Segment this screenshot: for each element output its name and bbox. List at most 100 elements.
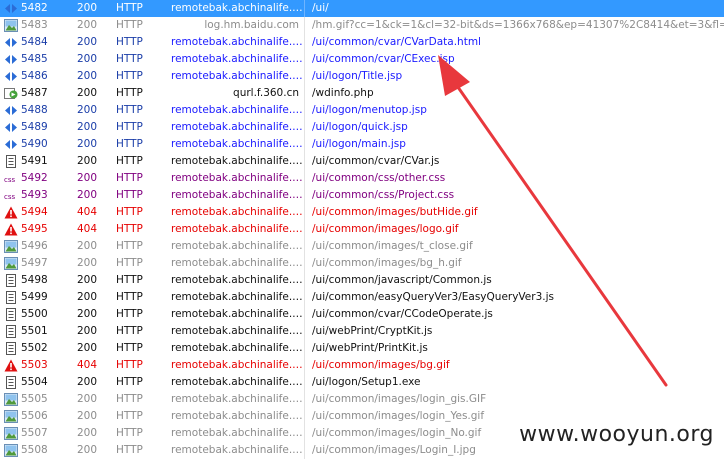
arrows-icon <box>4 36 18 49</box>
column-divider <box>304 374 305 391</box>
session-number: 5490 <box>21 138 48 150</box>
arrows-icon <box>4 121 18 134</box>
session-result: 200 <box>77 308 98 320</box>
session-host: remotebak.abchinalife.c... <box>171 410 304 422</box>
session-protocol: HTTP <box>116 359 143 371</box>
session-number: 5496 <box>21 240 48 252</box>
session-icon <box>3 136 19 153</box>
session-host: remotebak.abchinalife.c... <box>171 393 304 405</box>
session-number: 5482 <box>21 2 48 14</box>
session-host: remotebak.abchinalife.c... <box>171 342 304 354</box>
column-divider <box>304 408 305 425</box>
session-icon: css <box>3 170 19 187</box>
column-divider <box>304 425 305 442</box>
session-row[interactable]: 5483 200 HTTP log.hm.baidu.com/hm.gif?cc=1&… <box>0 17 724 34</box>
column-divider <box>304 323 305 340</box>
session-row[interactable]: 5494 404 HTTP remotebak.abchinalife.c... /ui… <box>0 204 724 221</box>
session-row[interactable]: 5499 200 HTTP remotebak.abchinalife.c... /ui… <box>0 289 724 306</box>
session-row[interactable]: 5489 200 HTTP remotebak.abchinalife.c... /ui… <box>0 119 724 136</box>
column-divider <box>304 391 305 408</box>
image-icon <box>4 410 18 423</box>
session-icon <box>3 238 19 255</box>
session-protocol: HTTP <box>116 53 143 65</box>
session-url: /hm.gif?cc=1&ck=1&cl=32-bit&ds=1366x768&… <box>312 19 724 31</box>
session-url: /ui/common/images/login_gis.GIF <box>312 393 487 405</box>
image-icon <box>4 427 18 440</box>
session-row[interactable]: 5484 200 HTTP remotebak.abchinalife.c... /ui… <box>0 34 724 51</box>
column-divider <box>304 442 305 459</box>
session-host: remotebak.abchinalife.c... <box>171 444 304 456</box>
session-result: 200 <box>77 325 98 337</box>
arrows-icon <box>4 53 18 66</box>
session-host: remotebak.abchinalife.c... <box>171 189 304 201</box>
session-number: 5502 <box>21 342 48 354</box>
session-icon <box>3 306 19 323</box>
session-result: 200 <box>77 70 98 82</box>
session-row[interactable]: 5497 200 HTTP remotebak.abchinalife.c... /ui… <box>0 255 724 272</box>
session-url: /ui/common/easyQueryVer3/EasyQueryVer3.j… <box>312 291 554 303</box>
session-result: 200 <box>77 121 98 133</box>
session-protocol: HTTP <box>116 393 143 405</box>
session-row[interactable]: 5482 200 HTTP remotebak.abchinalife.c... /ui… <box>0 0 724 17</box>
session-protocol: HTTP <box>116 376 143 388</box>
session-row[interactable]: 5491 200 HTTP remotebak.abchinalife.c... /ui… <box>0 153 724 170</box>
session-host: remotebak.abchinalife.c... <box>171 70 304 82</box>
session-url: /ui/logon/quick.jsp <box>312 121 408 133</box>
session-row[interactable]: css 5492 200 HTTP remotebak.abchinalife.c...… <box>0 170 724 187</box>
session-url: /ui/common/cvar/CExec.jsp <box>312 53 455 65</box>
session-result: 200 <box>77 172 98 184</box>
session-number: 5492 <box>21 172 48 184</box>
session-host: remotebak.abchinalife.c... <box>171 104 304 116</box>
session-result: 200 <box>77 410 98 422</box>
session-row[interactable]: 5487 200 HTTP qurl.f.360.cn/wdinfo.php <box>0 85 724 102</box>
session-icon <box>3 357 19 374</box>
session-icon: css <box>3 187 19 204</box>
session-row[interactable]: 5500 200 HTTP remotebak.abchinalife.c... /ui… <box>0 306 724 323</box>
session-host: remotebak.abchinalife.c... <box>171 121 304 133</box>
session-row[interactable]: 5490 200 HTTP remotebak.abchinalife.c... /ui… <box>0 136 724 153</box>
session-host: remotebak.abchinalife.c... <box>171 206 304 218</box>
session-host: remotebak.abchinalife.c... <box>171 138 304 150</box>
session-result: 404 <box>77 359 98 371</box>
session-url: /ui/common/cvar/CVar.js <box>312 155 440 167</box>
column-divider <box>304 51 305 68</box>
column-divider <box>304 357 305 374</box>
image-icon <box>4 19 18 32</box>
session-number: 5487 <box>21 87 48 99</box>
watermark: www.wooyun.org <box>519 422 714 447</box>
session-icon <box>3 51 19 68</box>
session-number: 5486 <box>21 70 48 82</box>
session-row[interactable]: 5502 200 HTTP remotebak.abchinalife.c... /ui… <box>0 340 724 357</box>
session-row[interactable]: 5501 200 HTTP remotebak.abchinalife.c... /ui… <box>0 323 724 340</box>
warning-icon <box>4 206 18 219</box>
warning-icon <box>4 223 18 236</box>
session-number: 5506 <box>21 410 48 422</box>
session-protocol: HTTP <box>116 427 143 439</box>
session-icon <box>3 153 19 170</box>
column-divider <box>304 340 305 357</box>
svg-text:css: css <box>4 193 15 201</box>
session-row[interactable]: 5498 200 HTTP remotebak.abchinalife.c... /ui… <box>0 272 724 289</box>
session-url: /ui/logon/menutop.jsp <box>312 104 427 116</box>
session-row[interactable]: 5495 404 HTTP remotebak.abchinalife.c... /ui… <box>0 221 724 238</box>
session-row[interactable]: 5496 200 HTTP remotebak.abchinalife.c... /ui… <box>0 238 724 255</box>
session-row[interactable]: 5503 404 HTTP remotebak.abchinalife.c... /ui… <box>0 357 724 374</box>
session-row[interactable]: 5485 200 HTTP remotebak.abchinalife.c... /ui… <box>0 51 724 68</box>
session-host: remotebak.abchinalife.c... <box>171 155 304 167</box>
column-divider <box>304 119 305 136</box>
arrows-icon <box>4 104 18 117</box>
session-row[interactable]: 5504 200 HTTP remotebak.abchinalife.c... /ui… <box>0 374 724 391</box>
session-protocol: HTTP <box>116 274 143 286</box>
session-host: remotebak.abchinalife.c... <box>171 359 304 371</box>
session-row[interactable]: 5505 200 HTTP remotebak.abchinalife.c... /ui… <box>0 391 724 408</box>
session-url: /ui/common/javascript/Common.js <box>312 274 492 286</box>
column-divider <box>304 289 305 306</box>
session-protocol: HTTP <box>116 70 143 82</box>
session-row[interactable]: 5488 200 HTTP remotebak.abchinalife.c... /ui… <box>0 102 724 119</box>
session-url: /ui/common/images/bg.gif <box>312 359 450 371</box>
script-icon <box>4 274 18 287</box>
session-protocol: HTTP <box>116 36 143 48</box>
session-row[interactable]: css 5493 200 HTTP remotebak.abchinalife.c...… <box>0 187 724 204</box>
session-row[interactable]: 5486 200 HTTP remotebak.abchinalife.c... /ui… <box>0 68 724 85</box>
column-divider <box>304 255 305 272</box>
